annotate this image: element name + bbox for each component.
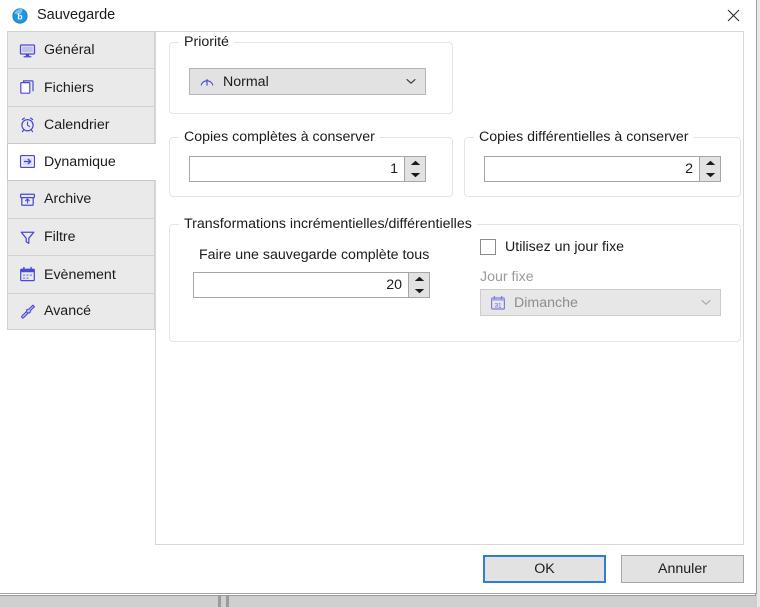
stepper-down-icon[interactable]	[700, 169, 720, 181]
sidebar-item-fichiers[interactable]: Fichiers	[7, 68, 155, 106]
diff-copies-stepper-buttons	[699, 157, 720, 181]
funnel-icon	[19, 229, 36, 246]
ok-button[interactable]: OK	[483, 555, 606, 583]
wrench-icon	[19, 303, 36, 320]
sidebar-item-label: Dynamique	[44, 153, 116, 170]
stepper-up-icon[interactable]	[700, 157, 720, 169]
dialog-body: Général Fichiers Calendrier Dynamique Ar…	[0, 31, 756, 545]
sidebar-item-general[interactable]: Général	[7, 31, 155, 69]
window-title: Sauvegarde	[37, 7, 116, 24]
sidebar-item-label: Avancé	[44, 303, 92, 320]
fixed-day-checkbox-row[interactable]: Utilisez un jour fixe	[480, 239, 624, 255]
diff-copies-group-legend: Copies différentielles à conserver	[474, 129, 694, 145]
full-backup-interval-value: 20	[386, 277, 402, 293]
diff-copies-value: 2	[685, 161, 693, 177]
full-backup-interval-stepper[interactable]: 20	[193, 272, 430, 298]
sidebar-item-label: Général	[44, 42, 95, 59]
transformations-group-legend: Transformations incrémentielles/différen…	[179, 216, 477, 232]
sidebar-item-evenement[interactable]: Evènement	[7, 255, 155, 293]
sidebar-item-label: Evènement	[44, 266, 116, 283]
priority-select[interactable]: Normal	[189, 68, 426, 95]
sidebar-item-label: Filtre	[44, 229, 76, 246]
files-icon	[19, 79, 36, 96]
full-copies-stepper[interactable]: 1	[189, 156, 426, 182]
svg-text:b: b	[17, 11, 22, 21]
close-icon[interactable]	[710, 0, 756, 31]
sidebar-item-dynamique[interactable]: Dynamique	[7, 143, 156, 181]
full-copies-stepper-buttons	[404, 157, 425, 181]
full-copies-group-legend: Copies complètes à conserver	[179, 129, 380, 145]
gauge-icon	[198, 73, 215, 90]
sidebar-item-label: Calendrier	[44, 116, 110, 133]
full-backup-stepper-buttons	[408, 273, 429, 297]
titlebar: b Sauvegarde	[0, 0, 756, 31]
sidebar-item-label: Archive	[44, 191, 92, 208]
calendar-icon	[19, 266, 36, 283]
cancel-button[interactable]: Annuler	[621, 555, 744, 583]
diff-copies-group: Copies différentielles à conserver 2	[464, 129, 741, 197]
stepper-down-icon[interactable]	[405, 169, 425, 181]
sidebar-item-filtre[interactable]: Filtre	[7, 217, 155, 256]
content-panel: Priorité Normal Copies complètes à conse…	[155, 31, 744, 545]
sidebar: Général Fichiers Calendrier Dynamique Ar…	[0, 31, 156, 545]
fixed-day-checkbox-label: Utilisez un jour fixe	[505, 239, 625, 255]
sidebar-item-label: Fichiers	[44, 79, 94, 96]
full-copies-value: 1	[390, 161, 398, 177]
stepper-up-icon[interactable]	[409, 273, 429, 285]
svg-text:31: 31	[494, 302, 502, 309]
fixed-day-checkbox[interactable]	[480, 239, 496, 255]
stepper-down-icon[interactable]	[409, 285, 429, 297]
fixed-day-label: Jour fixe	[480, 269, 534, 285]
sidebar-item-archive[interactable]: Archive	[7, 180, 155, 218]
monitor-icon	[19, 42, 36, 59]
sauvegarde-dialog: b Sauvegarde Général Fichiers Calendrier…	[0, 0, 757, 594]
dialog-footer: OK Annuler	[0, 545, 756, 593]
full-copies-group: Copies complètes à conserver 1	[169, 129, 453, 197]
priority-group: Priorité Normal	[169, 34, 453, 114]
priority-group-legend: Priorité	[179, 34, 234, 50]
arrow-in-box-icon	[19, 153, 36, 170]
diff-copies-stepper[interactable]: 2	[484, 156, 721, 182]
priority-select-value: Normal	[223, 73, 269, 90]
alarm-clock-icon	[19, 116, 36, 133]
calendar-31-icon: 31	[489, 294, 506, 311]
fixed-day-select-value: Dimanche	[514, 294, 578, 311]
archive-box-icon	[19, 191, 36, 208]
full-backup-interval-label: Faire une sauvegarde complète tous	[199, 247, 430, 263]
chevron-down-icon	[701, 298, 711, 308]
background-window-edge-right	[226, 595, 229, 607]
chevron-down-icon	[406, 77, 416, 87]
fixed-day-select[interactable]: 31 Dimanche	[480, 289, 721, 316]
background-window-edge-left	[218, 595, 221, 607]
stepper-up-icon[interactable]	[405, 157, 425, 169]
backup-disc-icon: b	[12, 7, 28, 24]
sidebar-item-avance[interactable]: Avancé	[7, 292, 155, 331]
sidebar-item-calendrier[interactable]: Calendrier	[7, 105, 155, 144]
transformations-group: Transformations incrémentielles/différen…	[169, 216, 741, 342]
